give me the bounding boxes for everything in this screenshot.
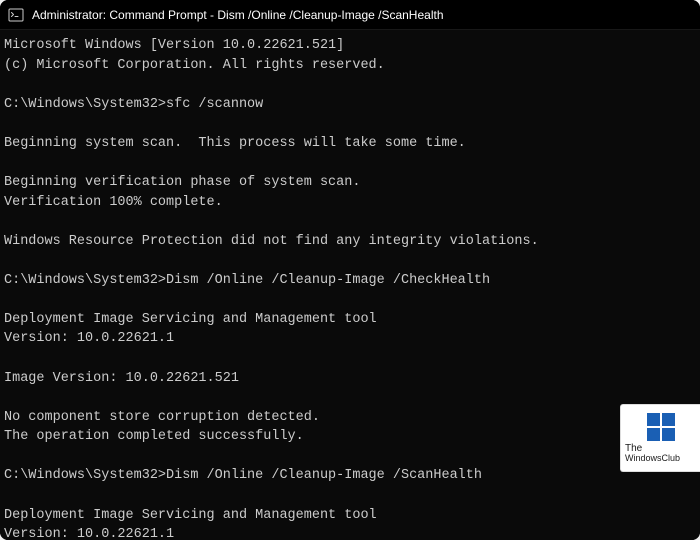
terminal-line: The operation completed successfully. — [4, 427, 696, 447]
terminal-line: C:\Windows\System32>Dism /Online /Cleanu… — [4, 271, 696, 291]
watermark-text: The WindowsClub — [625, 443, 696, 464]
terminal-line: Verification 100% complete. — [4, 193, 696, 213]
terminal-line — [4, 447, 696, 467]
terminal-line: No component store corruption detected. — [4, 408, 696, 428]
terminal-line: Deployment Image Servicing and Managemen… — [4, 506, 696, 526]
terminal-line: C:\Windows\System32>Dism /Online /Cleanu… — [4, 466, 696, 486]
terminal-line: Deployment Image Servicing and Managemen… — [4, 310, 696, 330]
terminal-line: Beginning verification phase of system s… — [4, 173, 696, 193]
terminal-line — [4, 349, 696, 369]
titlebar[interactable]: Administrator: Command Prompt - Dism /On… — [0, 0, 700, 30]
terminal-line: Version: 10.0.22621.1 — [4, 329, 696, 349]
terminal-line — [4, 290, 696, 310]
terminal-line — [4, 153, 696, 173]
terminal-line: Microsoft Windows [Version 10.0.22621.52… — [4, 36, 696, 56]
terminal-line — [4, 251, 696, 271]
terminal-line: Version: 10.0.22621.1 — [4, 525, 696, 540]
terminal-line: Windows Resource Protection did not find… — [4, 232, 696, 252]
terminal-line — [4, 388, 696, 408]
terminal-line: (c) Microsoft Corporation. All rights re… — [4, 56, 696, 76]
terminal-line: C:\Windows\System32>sfc /scannow — [4, 95, 696, 115]
terminal-line: Beginning system scan. This process will… — [4, 134, 696, 154]
terminal-line — [4, 212, 696, 232]
watermark: The WindowsClub — [620, 404, 700, 472]
terminal-line: Image Version: 10.0.22621.521 — [4, 369, 696, 389]
watermark-logo-icon — [647, 413, 675, 441]
window-title: Administrator: Command Prompt - Dism /On… — [32, 8, 444, 22]
cmd-icon — [8, 7, 24, 23]
terminal-line — [4, 486, 696, 506]
command-prompt-window: Administrator: Command Prompt - Dism /On… — [0, 0, 700, 540]
terminal-line — [4, 75, 696, 95]
terminal-output[interactable]: Microsoft Windows [Version 10.0.22621.52… — [0, 30, 700, 540]
terminal-line — [4, 114, 696, 134]
